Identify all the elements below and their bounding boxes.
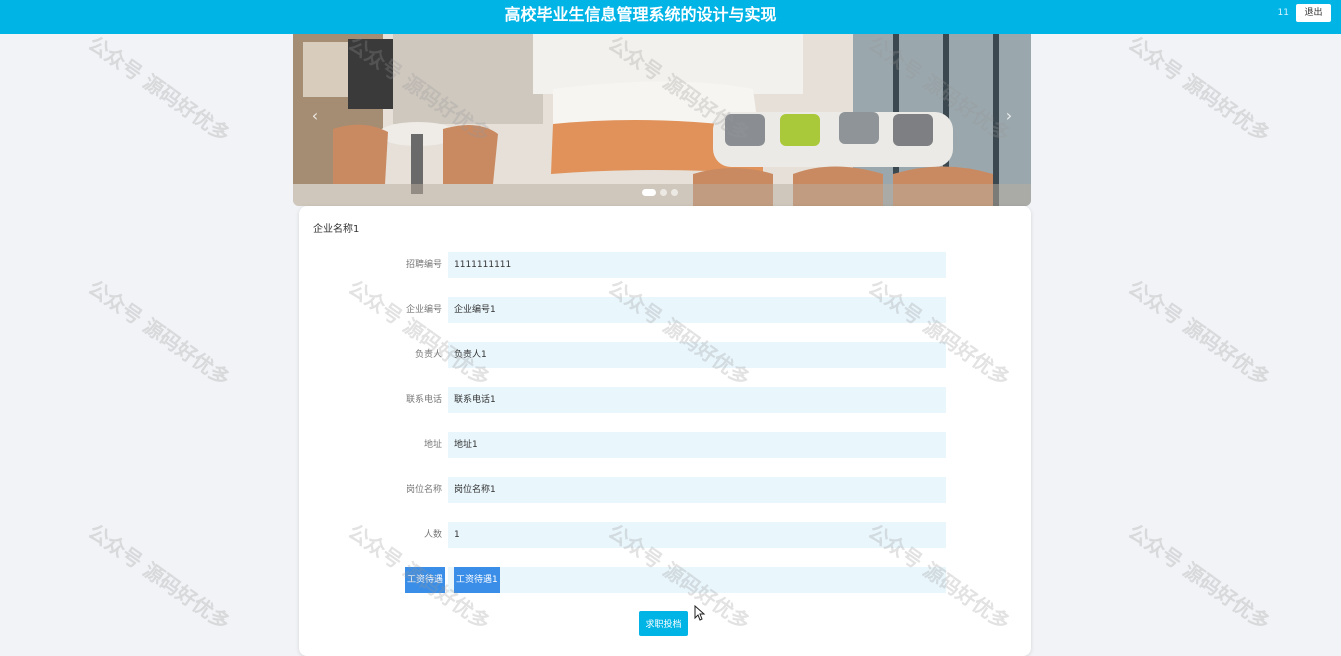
carousel-prev-arrow[interactable]: ‹ bbox=[307, 104, 323, 128]
form-row-contact-person: 负责人 负责人1 bbox=[299, 342, 1031, 368]
form-row-company-id: 企业编号 企业编号1 bbox=[299, 297, 1031, 323]
watermark-text: 公众号 源码好优多 bbox=[83, 519, 235, 635]
field-value: 负责人1 bbox=[448, 342, 946, 368]
field-value: 1 bbox=[448, 522, 946, 548]
logout-button[interactable]: 退出 bbox=[1296, 4, 1331, 22]
field-label: 企业编号 bbox=[405, 305, 442, 315]
form-row-phone: 联系电话 联系电话1 bbox=[299, 387, 1031, 413]
form-row-salary: 工资待遇 工资待遇1 bbox=[299, 567, 1031, 593]
field-label-selected: 工资待遇 bbox=[405, 567, 445, 593]
field-label: 岗位名称 bbox=[405, 485, 442, 495]
carousel-next-arrow[interactable]: › bbox=[1001, 104, 1017, 128]
app-title: 高校毕业生信息管理系统的设计与实现 bbox=[504, 5, 777, 24]
field-value: 联系电话1 bbox=[448, 387, 946, 413]
form-row-recruit-id: 招聘编号 1111111111 bbox=[299, 252, 1031, 278]
banner-image bbox=[293, 34, 1031, 206]
mouse-cursor-icon bbox=[694, 605, 706, 621]
banner-carousel: ‹ › bbox=[293, 34, 1031, 206]
field-value: 企业编号1 bbox=[448, 297, 946, 323]
field-value: 岗位名称1 bbox=[448, 477, 946, 503]
field-value: 地址1 bbox=[448, 432, 946, 458]
watermark-text: 公众号 源码好优多 bbox=[1123, 275, 1275, 391]
form-row-address: 地址 地址1 bbox=[299, 432, 1031, 458]
carousel-dot-1[interactable] bbox=[642, 189, 656, 196]
carousel-dot-3[interactable] bbox=[671, 189, 678, 196]
carousel-dot-2[interactable] bbox=[660, 189, 667, 196]
field-label: 联系电话 bbox=[405, 395, 442, 405]
watermark-text: 公众号 源码好优多 bbox=[83, 31, 235, 147]
company-name: 企业名称1 bbox=[313, 224, 360, 235]
user-name: 11 bbox=[1277, 8, 1289, 18]
field-label: 人数 bbox=[423, 530, 442, 540]
watermark-text: 公众号 源码好优多 bbox=[1123, 519, 1275, 635]
field-value-background bbox=[448, 567, 946, 593]
form-row-position: 岗位名称 岗位名称1 bbox=[299, 477, 1031, 503]
field-value: 1111111111 bbox=[448, 252, 946, 278]
recruitment-detail-card: 企业名称1 招聘编号 1111111111 企业编号 企业编号1 负责人 负责人… bbox=[299, 206, 1031, 656]
field-label: 招聘编号 bbox=[405, 260, 442, 270]
carousel-indicators bbox=[642, 189, 678, 197]
form-row-headcount: 人数 1 bbox=[299, 522, 1031, 548]
apply-job-button[interactable]: 求职投档 bbox=[639, 611, 688, 636]
field-label: 地址 bbox=[423, 440, 442, 450]
field-label: 负责人 bbox=[414, 350, 442, 360]
field-value-selected: 工资待遇1 bbox=[454, 567, 500, 593]
top-bar: 高校毕业生信息管理系统的设计与实现 11 退出 bbox=[0, 0, 1341, 34]
watermark-text: 公众号 源码好优多 bbox=[83, 275, 235, 391]
watermark-text: 公众号 源码好优多 bbox=[1123, 31, 1275, 147]
